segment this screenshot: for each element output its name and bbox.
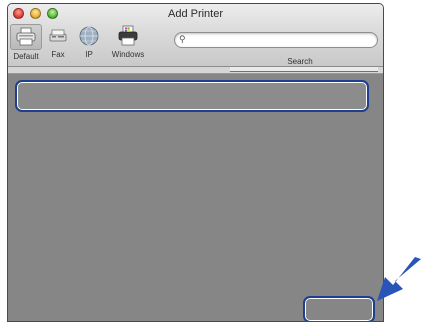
search-area: ⚲ Search: [174, 32, 378, 66]
toolbar-ip-button[interactable]: IP: [76, 24, 102, 59]
ip-globe-icon: [74, 24, 104, 48]
window-title: Add Printer: [167, 8, 224, 20]
search-field[interactable]: ⚲: [174, 32, 378, 48]
search-input[interactable]: [191, 33, 371, 47]
pointer-arrow-icon: [377, 257, 421, 301]
column-scroll-thumb[interactable]: [230, 67, 378, 72]
printer-list-highlight[interactable]: [15, 80, 369, 112]
toolbar-default-label: Default: [13, 52, 39, 61]
search-icon: ⚲: [179, 34, 186, 44]
search-label: Search: [287, 57, 313, 66]
add-button-highlight[interactable]: [303, 296, 375, 321]
add-printer-window: Add Printer Default Fax IP Windows ⚲ Sea…: [7, 3, 384, 322]
fax-icon: [43, 24, 73, 48]
toolbar-ip-label: IP: [85, 50, 93, 59]
default-printer-icon: [10, 24, 42, 50]
toolbar-windows-label: Windows: [111, 50, 145, 59]
toolbar-default-button[interactable]: Default: [10, 24, 42, 61]
toolbar-fax-button[interactable]: Fax: [44, 24, 72, 59]
title-bar: Add Printer Default Fax IP Windows ⚲ Sea…: [8, 4, 383, 67]
windows-printer-icon: [113, 24, 143, 48]
toolbar-windows-button[interactable]: Windows: [108, 24, 148, 59]
printer-list-area: [8, 74, 383, 321]
column-scroll-strip: [8, 67, 383, 74]
toolbar-fax-label: Fax: [51, 50, 65, 59]
toolbar: Default Fax IP Windows ⚲ Search: [8, 22, 383, 66]
